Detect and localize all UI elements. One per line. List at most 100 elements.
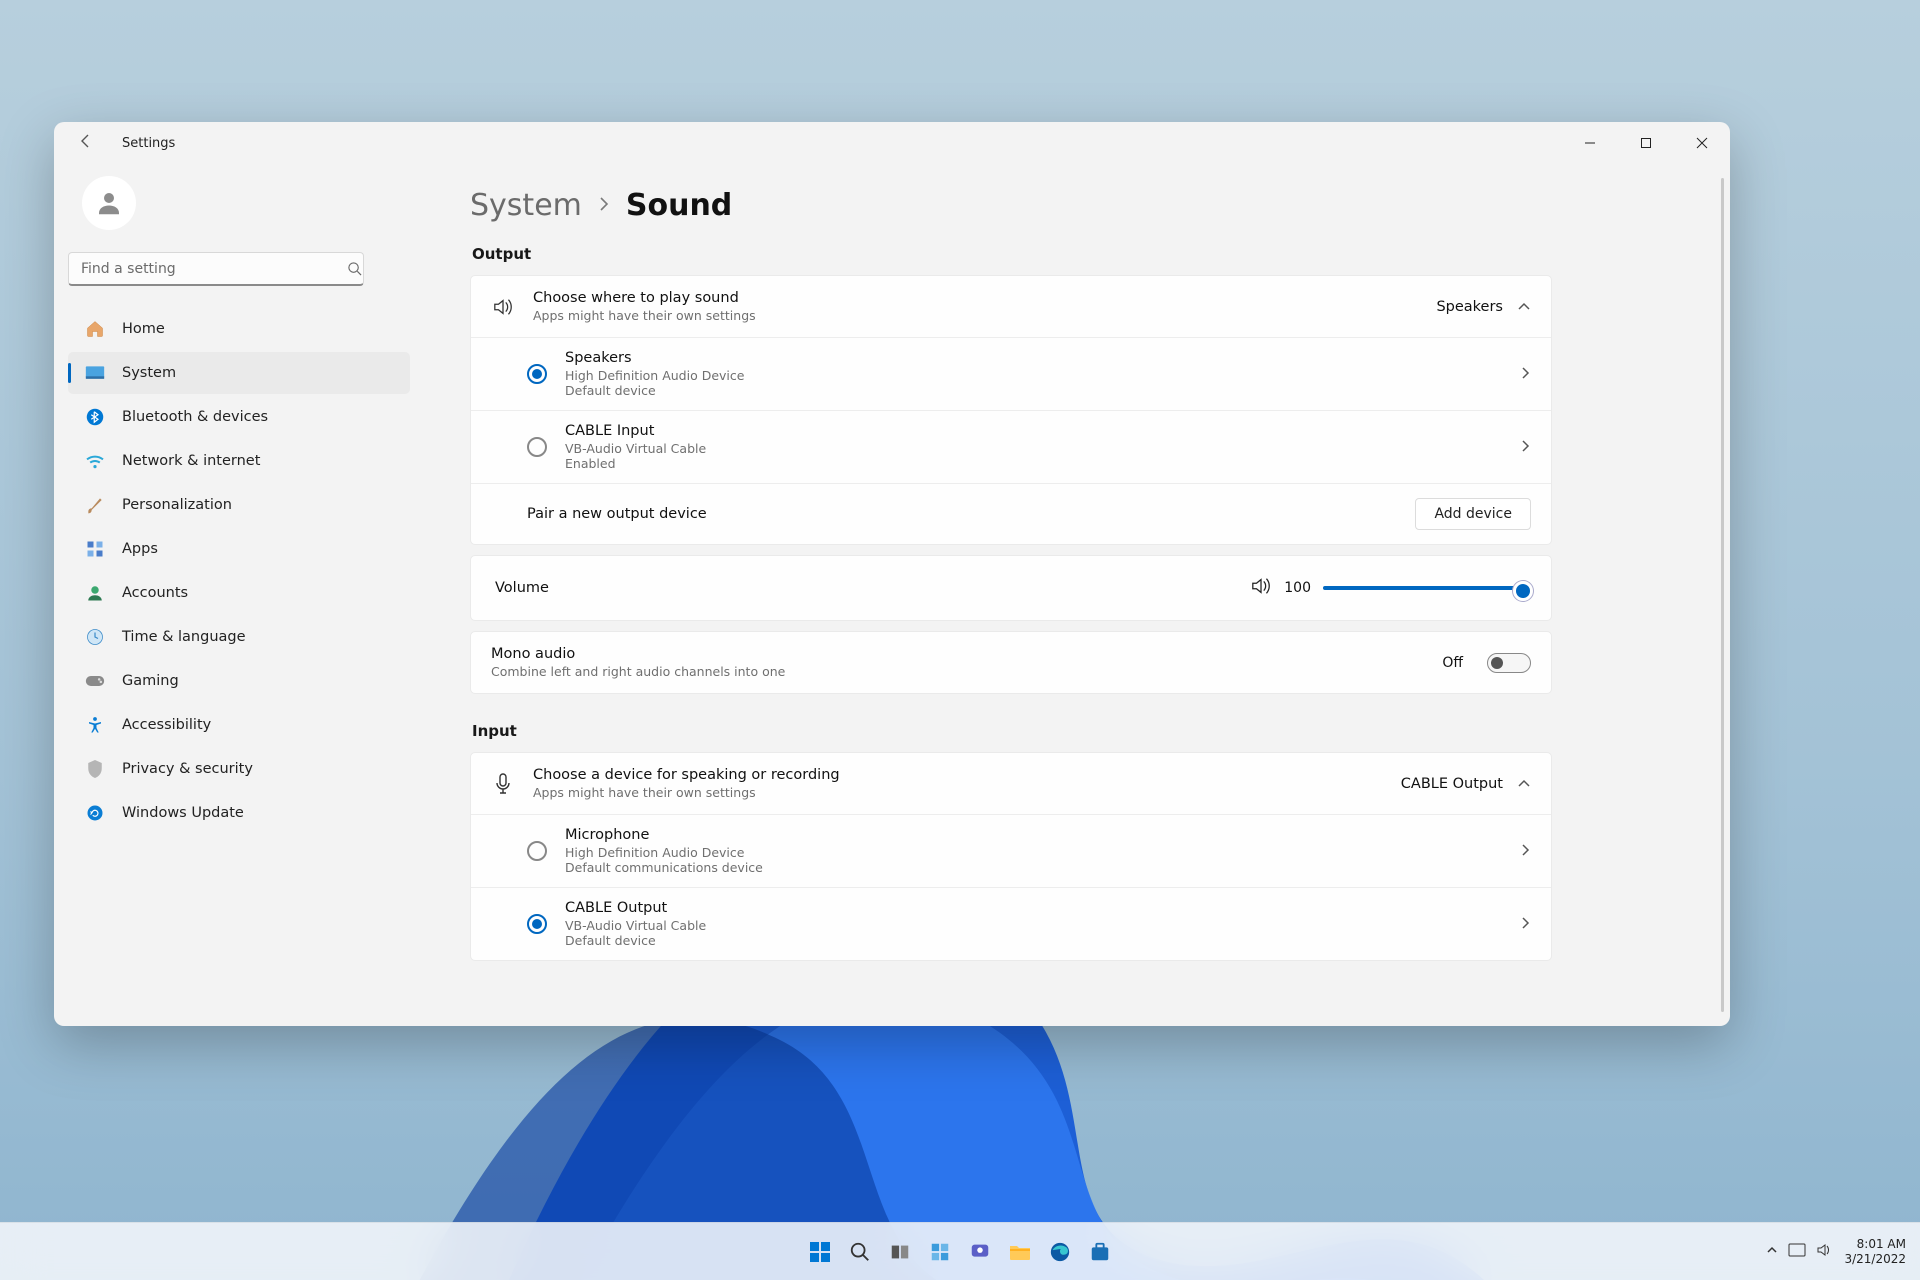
main-content: System Sound Output Choose where to play…: [424, 164, 1730, 1026]
nav-label: Personalization: [122, 497, 232, 513]
wifi-icon: [84, 450, 106, 472]
taskbar-right: 8:01 AM3/21/2022: [1766, 1237, 1920, 1266]
mono-card: Mono audioCombine left and right audio c…: [470, 631, 1552, 694]
taskbar-explorer[interactable]: [1003, 1235, 1037, 1269]
scrollbar[interactable]: [1721, 178, 1724, 1012]
nav-accessibility[interactable]: Accessibility: [68, 704, 410, 746]
tray-keyboard-icon[interactable]: [1788, 1243, 1806, 1260]
nav-network[interactable]: Network & internet: [68, 440, 410, 482]
device-status: Default device: [565, 933, 1521, 948]
speaker-icon: [491, 297, 515, 317]
chevron-right-icon[interactable]: [1521, 365, 1531, 384]
time-text: 8:01 AM: [1844, 1237, 1906, 1251]
minimize-button[interactable]: [1562, 122, 1618, 164]
update-icon: [84, 802, 106, 824]
nav-system[interactable]: System: [68, 352, 410, 394]
mono-audio-row[interactable]: Mono audioCombine left and right audio c…: [471, 632, 1551, 693]
mono-toggle[interactable]: [1487, 653, 1531, 673]
device-name: Speakers: [565, 350, 1521, 366]
home-icon: [84, 318, 106, 340]
chevron-up-icon: [1517, 299, 1531, 315]
taskbar-search[interactable]: [843, 1235, 877, 1269]
row-title: Choose a device for speaking or recordin…: [533, 767, 1401, 783]
back-button[interactable]: [78, 133, 98, 153]
apps-icon: [84, 538, 106, 560]
user-avatar[interactable]: [82, 176, 136, 230]
tray-volume-icon[interactable]: [1816, 1242, 1834, 1261]
start-button[interactable]: [803, 1235, 837, 1269]
nav-privacy[interactable]: Privacy & security: [68, 748, 410, 790]
row-sub: Apps might have their own settings: [533, 785, 1401, 800]
toggle-state: Off: [1442, 655, 1463, 671]
chevron-right-icon[interactable]: [1521, 842, 1531, 861]
search-box[interactable]: [68, 252, 410, 286]
nav-label: Network & internet: [122, 453, 260, 469]
search-icon: [347, 261, 362, 280]
device-status: Default device: [565, 383, 1521, 398]
nav-label: Accessibility: [122, 717, 211, 733]
maximize-button[interactable]: [1618, 122, 1674, 164]
nav-label: Apps: [122, 541, 158, 557]
device-sub: VB-Audio Virtual Cable: [565, 441, 1521, 456]
taskbar-chat[interactable]: [963, 1235, 997, 1269]
gamepad-icon: [84, 670, 106, 692]
chevron-up-icon: [1517, 776, 1531, 792]
volume-slider[interactable]: [1323, 586, 1527, 590]
breadcrumb-parent[interactable]: System: [470, 188, 582, 223]
output-device-cable[interactable]: CABLE Input VB-Audio Virtual CableEnabled: [471, 410, 1551, 483]
device-name: CABLE Output: [565, 900, 1521, 916]
clock-icon: [84, 626, 106, 648]
device-sub: High Definition Audio Device: [565, 368, 1521, 383]
radio-unselected[interactable]: [527, 437, 547, 457]
taskbar-taskview[interactable]: [883, 1235, 917, 1269]
choose-output-row[interactable]: Choose where to play sound Apps might hav…: [471, 276, 1551, 337]
volume-icon[interactable]: [1250, 576, 1272, 600]
nav-label: Accounts: [122, 585, 188, 601]
device-name: CABLE Input: [565, 423, 1521, 439]
radio-selected[interactable]: [527, 914, 547, 934]
taskbar-store[interactable]: [1083, 1235, 1117, 1269]
input-device-microphone[interactable]: MicrophoneHigh Definition Audio DeviceDe…: [471, 814, 1551, 887]
input-device-cable[interactable]: CABLE OutputVB-Audio Virtual CableDefaul…: [471, 887, 1551, 960]
page-title: Sound: [626, 188, 732, 223]
add-device-button[interactable]: Add device: [1415, 498, 1531, 530]
brush-icon: [84, 494, 106, 516]
nav-personalization[interactable]: Personalization: [68, 484, 410, 526]
taskbar-clock[interactable]: 8:01 AM3/21/2022: [1844, 1237, 1906, 1266]
row-title: Choose where to play sound: [533, 290, 1436, 306]
input-selected-value: CABLE Output: [1401, 776, 1503, 792]
taskbar-edge[interactable]: [1043, 1235, 1077, 1269]
titlebar: Settings: [54, 122, 1730, 164]
nav-bluetooth[interactable]: Bluetooth & devices: [68, 396, 410, 438]
system-icon: [84, 362, 106, 384]
nav-gaming[interactable]: Gaming: [68, 660, 410, 702]
person-icon: [84, 582, 106, 604]
radio-unselected[interactable]: [527, 841, 547, 861]
output-device-speakers[interactable]: Speakers High Definition Audio DeviceDefa…: [471, 337, 1551, 410]
settings-window: Settings Home System Bluetooth & devices…: [54, 122, 1730, 1026]
input-card: Choose a device for speaking or recordin…: [470, 752, 1552, 961]
nav-apps[interactable]: Apps: [68, 528, 410, 570]
radio-selected[interactable]: [527, 364, 547, 384]
close-button[interactable]: [1674, 122, 1730, 164]
nav-home[interactable]: Home: [68, 308, 410, 350]
tray-chevron-icon[interactable]: [1766, 1244, 1778, 1259]
taskbar-widgets[interactable]: [923, 1235, 957, 1269]
nav-label: Gaming: [122, 673, 179, 689]
nav-time[interactable]: Time & language: [68, 616, 410, 658]
input-heading: Input: [472, 722, 1552, 740]
taskbar-center: [803, 1235, 1117, 1269]
mic-icon: [491, 773, 515, 795]
device-sub: High Definition Audio Device: [565, 845, 1521, 860]
search-input[interactable]: [68, 252, 364, 286]
nav-accounts[interactable]: Accounts: [68, 572, 410, 614]
chevron-right-icon[interactable]: [1521, 438, 1531, 457]
volume-value: 100: [1284, 580, 1311, 596]
chevron-right-icon[interactable]: [1521, 915, 1531, 934]
row-sub: Apps might have their own settings: [533, 308, 1436, 323]
device-status: Enabled: [565, 456, 1521, 471]
bluetooth-icon: [84, 406, 106, 428]
mono-title: Mono audio: [491, 646, 1442, 662]
nav-update[interactable]: Windows Update: [68, 792, 410, 834]
choose-input-row[interactable]: Choose a device for speaking or recordin…: [471, 753, 1551, 814]
